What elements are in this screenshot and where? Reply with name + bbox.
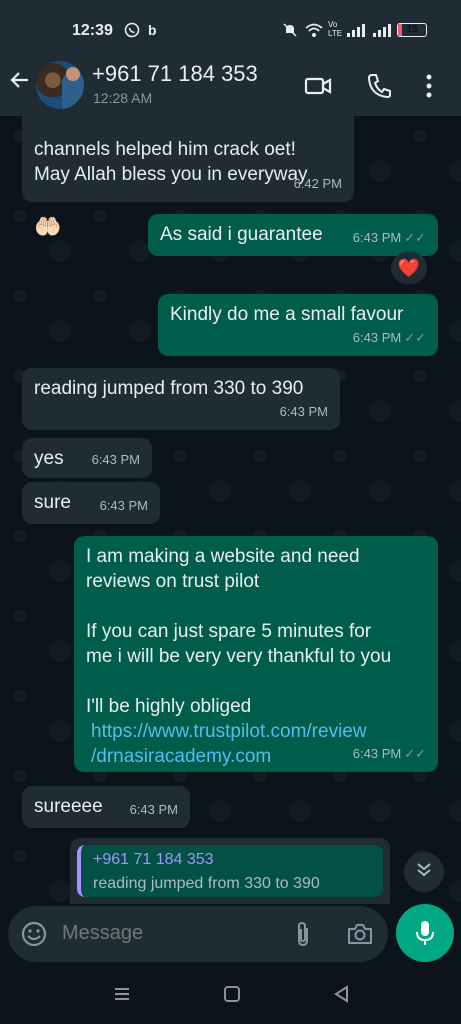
message-time: 6:43 PM xyxy=(91,452,140,467)
reply-name: +961 71 184 353 xyxy=(93,851,214,868)
video-call-icon[interactable] xyxy=(304,72,332,105)
message-line: me i will be very very thankful to you xyxy=(86,646,392,667)
recents-icon[interactable] xyxy=(112,984,132,1010)
wifi-icon xyxy=(304,22,324,41)
message-time: 6:43 PM xyxy=(352,330,402,345)
signal-icon-1 xyxy=(346,22,366,41)
attach-icon[interactable] xyxy=(292,920,314,953)
message-incoming[interactable]: sure 6:43 PM xyxy=(22,482,160,524)
message-incoming[interactable]: reading jumped from 330 to 390 6:43 PM xyxy=(22,368,340,430)
read-ticks-icon: ✓✓ xyxy=(404,230,426,245)
status-bar: 12:39 b Vo LTE 15 xyxy=(0,0,461,58)
read-ticks-icon: ✓✓ xyxy=(404,330,426,345)
chat-area[interactable]: channels helped him crack oet! May Allah… xyxy=(0,116,461,906)
contact-name[interactable]: +961 71 184 353 xyxy=(92,61,258,87)
battery-level: 15 xyxy=(406,24,418,35)
emoji-icon[interactable] xyxy=(20,920,48,953)
message-meta: 6:43 PM ✓✓ xyxy=(353,225,426,250)
message-line: I am making a website and need xyxy=(86,546,360,567)
message-text: As said i guarantee xyxy=(160,224,323,245)
message-time: 6:43 PM xyxy=(279,404,328,419)
volte-label: Vo LTE xyxy=(328,20,343,38)
message-reaction[interactable]: ❤️ xyxy=(391,252,427,284)
message-text: sure xyxy=(34,492,71,513)
message-time: 6:42 PM xyxy=(293,176,342,191)
message-outgoing[interactable]: As said i guarantee 6:43 PM ✓✓ xyxy=(148,214,438,256)
message-text: sureeee xyxy=(34,796,103,817)
message-outgoing[interactable]: I am making a website and need reviews o… xyxy=(74,536,438,772)
message-line: reviews on trust pilot xyxy=(86,571,260,592)
battery-icon: 15 xyxy=(397,23,427,37)
scroll-down-icon[interactable] xyxy=(404,852,444,892)
mic-icon[interactable] xyxy=(396,904,454,962)
camera-icon[interactable] xyxy=(346,920,374,953)
home-icon[interactable] xyxy=(222,984,242,1010)
chat-header: +961 71 184 353 12:28 AM xyxy=(0,58,461,116)
system-nav-bar xyxy=(0,968,461,1024)
message-line: If you can just spare 5 minutes for xyxy=(86,621,372,642)
message-text: yes xyxy=(34,448,64,469)
reply-preview[interactable]: +961 71 184 353 reading jumped from 330 … xyxy=(70,838,390,904)
message-time: 6:43 PM xyxy=(99,498,148,513)
contact-avatar[interactable] xyxy=(36,61,84,109)
status-time: 12:39 xyxy=(72,22,113,39)
message-meta: 6:43 PM ✓✓ xyxy=(353,741,426,766)
message-line: I'll be highly obliged xyxy=(86,696,252,717)
read-ticks-icon: ✓✓ xyxy=(404,746,426,761)
message-incoming[interactable]: yes 6:43 PM xyxy=(22,438,152,478)
message-input[interactable] xyxy=(62,922,272,945)
more-options-icon[interactable] xyxy=(424,72,434,105)
back-arrow-icon[interactable] xyxy=(8,68,32,99)
mute-icon xyxy=(282,22,298,41)
message-time: 6:43 PM xyxy=(129,802,178,817)
b-notification-icon: b xyxy=(148,22,157,38)
signal-icon-2 xyxy=(372,22,392,41)
message-meta: 6:43 PM ✓✓ xyxy=(353,325,426,350)
message-text: Kindly do me a small favour xyxy=(170,304,404,325)
message-composer[interactable] xyxy=(8,906,388,962)
last-seen: 12:28 AM xyxy=(93,90,153,106)
message-text: reading jumped from 330 to 390 xyxy=(34,378,304,399)
message-incoming[interactable]: channels helped him crack oet! May Allah… xyxy=(22,116,354,239)
message-time: 6:43 PM xyxy=(352,746,402,761)
message-outgoing[interactable]: Kindly do me a small favour 6:43 PM ✓✓ xyxy=(158,294,438,356)
reply-text: reading jumped from 330 to 390 xyxy=(93,875,320,892)
message-incoming[interactable]: sureeee 6:43 PM xyxy=(22,786,190,828)
phone-icon[interactable] xyxy=(366,72,392,105)
whatsapp-notification-icon xyxy=(124,22,140,41)
message-line xyxy=(86,669,426,694)
message-line xyxy=(86,594,426,619)
message-time: 6:43 PM xyxy=(352,230,402,245)
back-nav-icon[interactable] xyxy=(332,984,352,1010)
reply-quote: +961 71 184 353 reading jumped from 330 … xyxy=(77,845,383,897)
